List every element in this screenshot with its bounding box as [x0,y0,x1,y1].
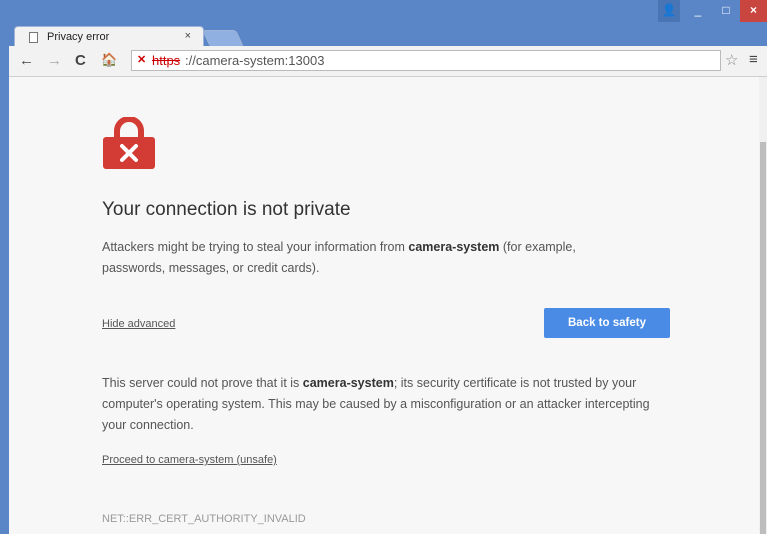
interstitial-page: Your connection is not private Attackers… [9,77,759,534]
new-tab-button[interactable] [202,30,244,47]
forward-icon[interactable]: → [47,52,62,69]
reload-icon[interactable]: C [75,52,86,69]
home-icon[interactable]: 🏠 [101,52,117,68]
close-window-button[interactable]: × [740,0,767,22]
back-icon[interactable]: ← [19,52,34,69]
url-scheme: https [152,53,181,68]
insecure-lock-icon[interactable]: ✕ [137,54,148,67]
page-title: Your connection is not private [102,199,351,220]
tab-close-icon[interactable]: × [185,30,191,42]
host-name-bold: camera-system [302,376,394,390]
red-lock-icon [103,117,155,169]
back-to-safety-button[interactable]: Back to safety [544,308,670,338]
url-host: ://camera-system:13003 [185,53,325,68]
address-bar[interactable]: ✕ https ://camera-system:13003 [131,50,721,71]
user-icon[interactable]: 👤 [658,0,680,22]
hide-advanced-link[interactable]: Hide advanced [102,318,175,330]
scrollbar-thumb[interactable] [760,142,766,534]
proceed-unsafe-link[interactable]: Proceed to camera-system (unsafe) [102,454,277,466]
bookmark-star-icon[interactable]: ☆ [725,51,738,69]
document-icon [29,32,38,43]
maximize-button[interactable]: □ [712,0,740,22]
tab-privacy-error[interactable]: Privacy error × [14,26,204,48]
primary-paragraph: Attackers might be trying to steal your … [102,240,576,275]
details-paragraph: This server could not prove that it is c… [102,376,650,432]
minimize-button[interactable]: _ [684,0,712,22]
menu-icon[interactable]: ≡ [749,51,758,68]
browser-toolbar: ← → C 🏠 ✕ https ://camera-system:13003 ☆… [9,46,767,77]
error-code: NET::ERR_CERT_AUTHORITY_INVALID [102,513,306,525]
host-name: camera-system [408,240,500,254]
tab-title: Privacy error [47,31,110,43]
